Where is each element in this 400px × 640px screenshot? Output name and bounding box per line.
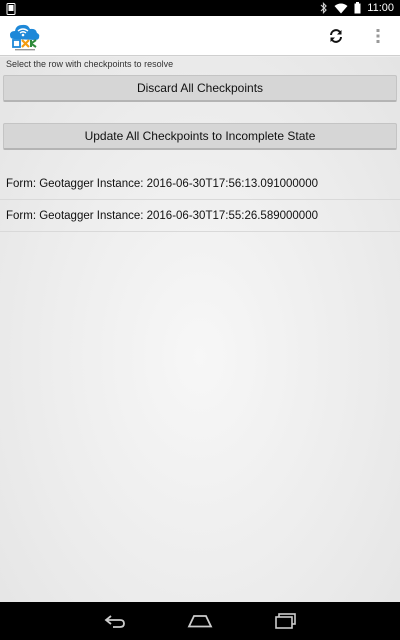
bluetooth-icon [320,2,328,14]
action-bar [0,16,400,56]
battery-icon [354,2,361,14]
discard-all-checkpoints-button[interactable]: Discard All Checkpoints [3,75,397,102]
overflow-menu-icon [376,28,380,44]
refresh-button[interactable] [324,24,348,48]
refresh-icon [328,28,344,44]
status-bar: 11:00 [0,0,400,16]
app-logo-icon[interactable] [6,19,42,53]
recents-button[interactable] [272,611,300,631]
back-button[interactable] [101,611,129,631]
instruction-text: Select the row with checkpoints to resol… [6,59,174,69]
home-icon [187,614,213,628]
phone-notification-icon [6,2,17,15]
checkpoint-row[interactable]: Form: Geotagger Instance: 2016-06-30T17:… [0,168,400,200]
back-icon [103,614,127,628]
update-all-checkpoints-button[interactable]: Update All Checkpoints to Incomplete Sta… [3,123,397,150]
navigation-bar [0,602,400,640]
wifi-icon [334,3,348,14]
overflow-menu-button[interactable] [368,24,388,48]
content-area: Select the row with checkpoints to resol… [0,57,400,602]
checkpoint-row[interactable]: Form: Geotagger Instance: 2016-06-30T17:… [0,200,400,232]
checkpoint-list: Form: Geotagger Instance: 2016-06-30T17:… [0,168,400,232]
home-button[interactable] [186,611,214,631]
recents-icon [274,613,298,629]
status-time: 11:00 [367,2,394,14]
